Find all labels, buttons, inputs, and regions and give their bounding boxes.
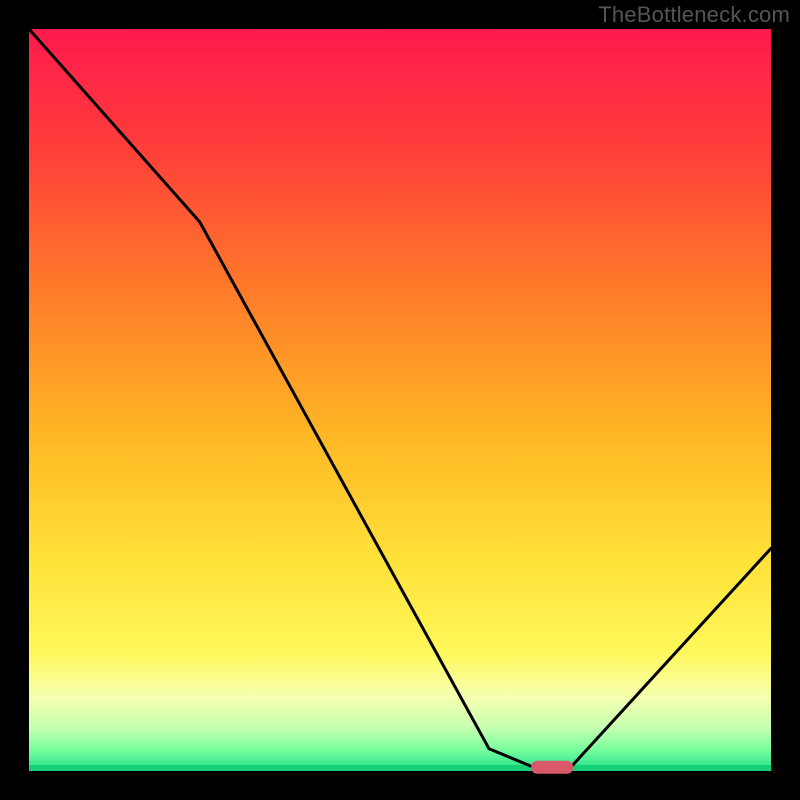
optimum-marker [531, 761, 573, 774]
baseline-strip [29, 765, 771, 771]
bottleneck-chart [0, 0, 800, 800]
watermark-text: TheBottleneck.com [598, 2, 790, 28]
plot-background [29, 29, 771, 771]
chart-frame: TheBottleneck.com [0, 0, 800, 800]
